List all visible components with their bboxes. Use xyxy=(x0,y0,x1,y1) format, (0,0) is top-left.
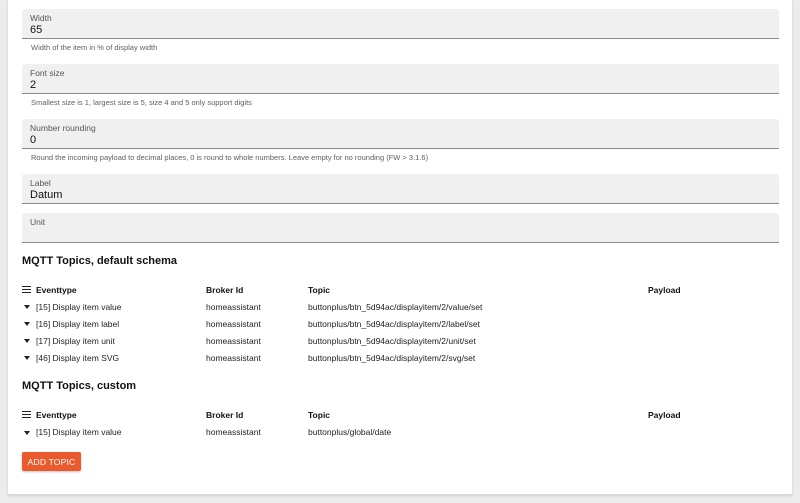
font-size-value[interactable]: 2 xyxy=(30,79,36,91)
row-topic: buttonplus/btn_5d94ac/displayitem/2/valu… xyxy=(308,302,483,312)
row-broker: homeassistant xyxy=(206,302,261,312)
row-broker: homeassistant xyxy=(206,336,261,346)
caret-down-icon[interactable] xyxy=(24,356,30,360)
width-helper: Width of the item in % of display width xyxy=(31,43,158,52)
font-size-field[interactable]: Font size 2 xyxy=(22,64,779,94)
row-eventtype: [16] Display item label xyxy=(36,319,120,329)
font-size-helper: Smallest size is 1, largest size is 5, s… xyxy=(31,98,252,107)
column-header-broker-id[interactable]: Broker Id xyxy=(206,410,243,420)
width-label: Width xyxy=(30,13,52,23)
row-broker: homeassistant xyxy=(206,319,261,329)
row-topic: buttonplus/btn_5d94ac/displayitem/2/svg/… xyxy=(308,353,476,363)
row-broker: homeassistant xyxy=(206,353,261,363)
font-size-label: Font size xyxy=(30,68,65,78)
row-eventtype: [15] Display item value xyxy=(36,427,122,437)
column-header-topic[interactable]: Topic xyxy=(308,285,330,295)
add-topic-button[interactable]: ADD TOPIC xyxy=(22,452,81,471)
caret-down-icon[interactable] xyxy=(24,322,30,326)
row-eventtype: [17] Display item unit xyxy=(36,336,115,346)
caret-down-icon[interactable] xyxy=(24,305,30,309)
custom-topics-title: MQTT Topics, custom xyxy=(22,380,137,392)
number-rounding-value[interactable]: 0 xyxy=(30,134,36,146)
width-value[interactable]: 65 xyxy=(30,24,42,36)
row-broker: homeassistant xyxy=(206,427,261,437)
number-rounding-helper: Round the incoming payload to decimal pl… xyxy=(31,153,429,162)
row-topic: buttonplus/btn_5d94ac/displayitem/2/labe… xyxy=(308,319,481,329)
menu-icon[interactable] xyxy=(22,286,31,294)
row-eventtype: [15] Display item value xyxy=(36,302,122,312)
default-topics-title: MQTT Topics, default schema xyxy=(22,255,178,267)
width-field[interactable]: Width 65 xyxy=(22,9,779,39)
number-rounding-label: Number rounding xyxy=(30,123,96,133)
unit-field[interactable]: Unit xyxy=(22,213,779,243)
column-header-broker-id[interactable]: Broker Id xyxy=(206,285,243,295)
number-rounding-field[interactable]: Number rounding 0 xyxy=(22,119,779,149)
label-field-label: Label xyxy=(30,178,51,188)
menu-icon[interactable] xyxy=(22,411,31,419)
caret-down-icon[interactable] xyxy=(24,431,30,435)
caret-down-icon[interactable] xyxy=(24,339,30,343)
label-field[interactable]: Label Datum xyxy=(22,174,779,204)
column-header-topic[interactable]: Topic xyxy=(308,410,330,420)
label-field-value[interactable]: Datum xyxy=(30,189,62,201)
row-eventtype: [46] Display item SVG xyxy=(36,353,120,363)
row-topic: buttonplus/global/date xyxy=(308,427,392,437)
column-header-eventtype[interactable]: Eventtype xyxy=(36,410,77,420)
unit-field-label: Unit xyxy=(30,217,46,227)
column-header-payload[interactable]: Payload xyxy=(648,410,681,420)
row-topic: buttonplus/btn_5d94ac/displayitem/2/unit… xyxy=(308,336,476,346)
column-header-eventtype[interactable]: Eventtype xyxy=(36,285,77,295)
column-header-payload[interactable]: Payload xyxy=(648,285,681,295)
